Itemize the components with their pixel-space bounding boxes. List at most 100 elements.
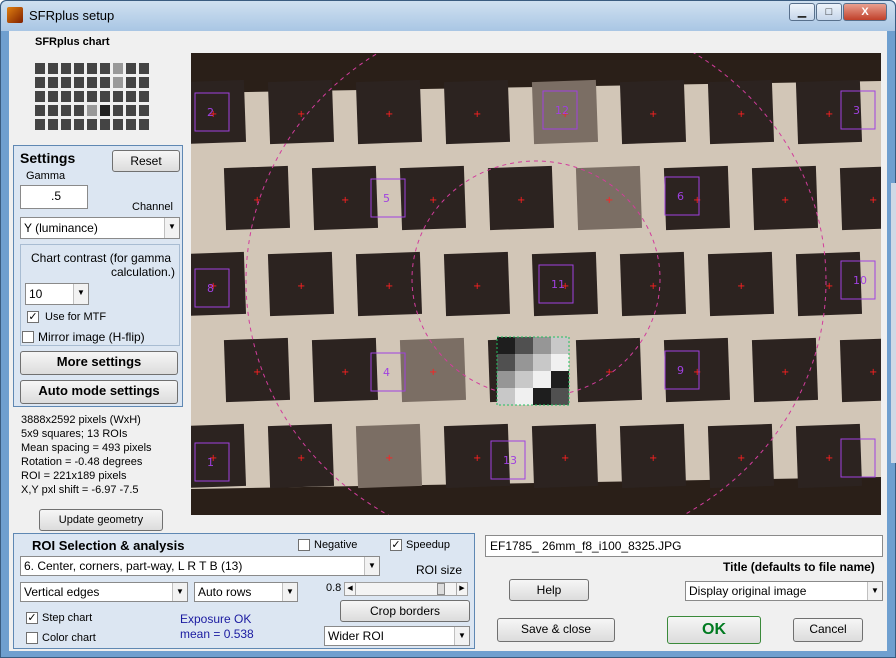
thumbnail-square	[113, 105, 123, 116]
thumbnail-square	[126, 119, 136, 130]
thumbnail-square	[113, 119, 123, 130]
thumbnail-square	[113, 91, 123, 102]
gray-patch	[515, 354, 533, 371]
chart-square	[191, 79, 247, 145]
negative-label: Negative	[314, 539, 358, 551]
wider-roi-select[interactable]: Wider ROI ▼	[324, 626, 470, 646]
thumbnail-square	[35, 119, 45, 130]
square-center-marker: +	[385, 453, 393, 464]
gray-patch	[497, 337, 515, 354]
thumbnail-square	[61, 91, 71, 102]
thumbnail-square	[113, 77, 123, 88]
reset-button[interactable]: Reset	[112, 150, 180, 172]
gamma-input[interactable]: .5	[20, 185, 88, 209]
thumbnail-square	[139, 91, 149, 102]
crop-borders-button[interactable]: Crop borders	[340, 600, 470, 622]
gray-patch	[551, 337, 569, 354]
speedup-label: Speedup	[406, 539, 451, 551]
gray-patch	[533, 388, 551, 405]
roi-selection-select[interactable]: 6. Center, corners, part-way, L R T B (1…	[20, 556, 380, 576]
square-center-marker: +	[693, 367, 701, 378]
thumbnail-square	[100, 77, 110, 88]
square-center-marker: +	[341, 367, 349, 378]
more-settings-button[interactable]: More settings	[20, 351, 178, 375]
thumbnail-square	[126, 63, 136, 74]
square-center-marker: +	[737, 453, 745, 464]
scrollbar[interactable]	[891, 183, 896, 463]
cancel-button[interactable]: Cancel	[793, 618, 863, 642]
thumbnail-square	[35, 63, 45, 74]
contrast-select[interactable]: 10 ▼	[25, 283, 89, 305]
step-chart-checkbox[interactable]: ✓	[26, 612, 38, 624]
square-center-marker: +	[297, 281, 305, 292]
use-mtf-checkbox[interactable]: ✓	[27, 311, 39, 323]
contrast-value: 10	[29, 287, 43, 301]
thumbnail-square	[48, 105, 58, 116]
chart-image-canvas: ++++++++++++++++++++++++++++++++++++++++…	[191, 53, 881, 515]
gray-patch	[515, 337, 533, 354]
roi-label: 8	[207, 282, 214, 295]
square-center-marker: +	[605, 195, 613, 206]
thumbnail-square	[61, 77, 71, 88]
thumbnail-square	[100, 105, 110, 116]
chart-square	[191, 251, 247, 317]
chart-thumbnail	[29, 59, 157, 133]
title-hint: Title (defaults to file name)	[723, 560, 875, 574]
thumbnail-square	[48, 63, 58, 74]
auto-mode-settings-button[interactable]: Auto mode settings	[20, 380, 178, 404]
roi-size-label: ROI size	[416, 563, 463, 577]
slider-left-arrow-icon[interactable]: ◀	[345, 583, 356, 595]
settings-panel: Settings Reset Gamma .5 Channel Y (lumin…	[13, 145, 183, 407]
channel-select[interactable]: Y (luminance) ▼	[20, 217, 180, 239]
chart-image[interactable]: ++++++++++++++++++++++++++++++++++++++++…	[191, 53, 881, 515]
chevron-down-icon: ▼	[282, 583, 297, 601]
gray-patch	[515, 388, 533, 405]
rows-value: Auto rows	[198, 585, 252, 599]
color-chart-label: Color chart	[42, 632, 96, 644]
thumbnail-square	[113, 63, 123, 74]
close-button[interactable]: X	[843, 3, 887, 21]
exposure-status: Exposure OK	[180, 612, 252, 626]
thumbnail-square	[48, 91, 58, 102]
gray-patch	[497, 371, 515, 388]
gray-patch	[533, 371, 551, 388]
roi-label: 2	[207, 106, 214, 119]
square-center-marker: +	[341, 195, 349, 206]
update-geometry-button[interactable]: Update geometry	[39, 509, 163, 531]
slider-thumb[interactable]	[437, 583, 445, 595]
filename-input[interactable]: EF1785_ 26mm_f8_i100_8325.JPG	[485, 535, 883, 557]
square-center-marker: +	[297, 453, 305, 464]
mirror-checkbox[interactable]	[22, 331, 34, 343]
thumbnail-square	[87, 119, 97, 130]
save-close-button[interactable]: Save & close	[497, 618, 615, 642]
roi-size-value: 0.8	[326, 582, 342, 594]
ok-button[interactable]: OK	[667, 616, 761, 644]
gray-patch	[551, 354, 569, 371]
roi-size-slider[interactable]: ◀ ▶	[344, 582, 468, 596]
slider-right-arrow-icon[interactable]: ▶	[456, 583, 467, 595]
square-center-marker: +	[473, 281, 481, 292]
thumbnail-square	[87, 105, 97, 116]
chart-square	[191, 423, 247, 489]
rows-select[interactable]: Auto rows ▼	[194, 582, 298, 602]
speedup-checkbox[interactable]: ✓	[390, 539, 402, 551]
thumbnail-square	[35, 91, 45, 102]
color-chart-checkbox[interactable]	[26, 632, 38, 644]
maximize-button[interactable]: □	[816, 3, 842, 21]
roi-label: 11	[551, 278, 565, 291]
display-select[interactable]: Display original image ▼	[685, 581, 883, 601]
thumbnail-square	[139, 77, 149, 88]
square-center-marker: +	[781, 367, 789, 378]
gray-patch	[551, 371, 569, 388]
client-area: SFRplus chart Settings Reset Gamma .5 Ch…	[9, 31, 896, 651]
thumbnail-square	[35, 105, 45, 116]
edges-select[interactable]: Vertical edges ▼	[20, 582, 188, 602]
negative-checkbox[interactable]	[298, 539, 310, 551]
help-button[interactable]: Help	[509, 579, 589, 601]
wider-roi-value: Wider ROI	[328, 629, 385, 643]
thumbnail-square	[100, 63, 110, 74]
minimize-button[interactable]: ▁	[789, 3, 815, 21]
square-center-marker: +	[385, 281, 393, 292]
gray-patch	[515, 371, 533, 388]
square-center-marker: +	[825, 109, 833, 120]
